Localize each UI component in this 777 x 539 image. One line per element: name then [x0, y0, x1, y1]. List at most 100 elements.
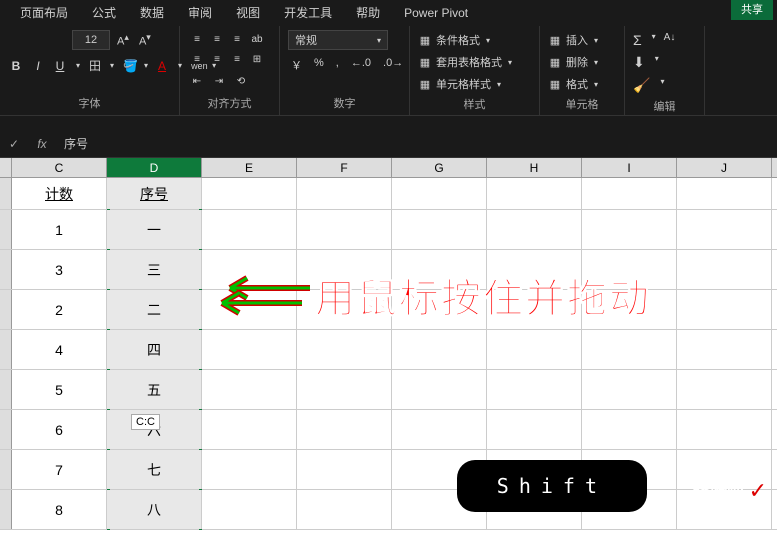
indent-dec-icon[interactable]: ⇤ — [188, 72, 206, 90]
conditional-format-button[interactable]: ▦ 条件格式 ▾ — [418, 30, 531, 50]
decrease-decimal-button[interactable]: .0→ — [380, 56, 406, 74]
cell[interactable] — [677, 330, 772, 369]
cell[interactable]: 6 — [12, 410, 107, 449]
dropdown-icon[interactable]: ▾ — [110, 61, 114, 70]
select-all-corner[interactable] — [0, 158, 12, 177]
cell[interactable]: 一 — [107, 210, 202, 249]
cell[interactable] — [202, 330, 297, 369]
cell[interactable]: 4 — [12, 330, 107, 369]
cell[interactable] — [297, 450, 392, 489]
decrease-font-button[interactable]: A▾ — [136, 32, 154, 48]
orientation-icon[interactable]: ⟲ — [232, 72, 250, 90]
fill-button[interactable]: ⬇ — [633, 54, 645, 71]
share-button[interactable]: 共享 — [731, 0, 773, 20]
cell[interactable]: 四 — [107, 330, 202, 369]
fx-button[interactable]: fx — [28, 137, 56, 151]
cell[interactable]: 7 — [12, 450, 107, 489]
border-button[interactable]: 田 — [86, 56, 102, 75]
row-header[interactable] — [0, 450, 12, 489]
cell[interactable]: 5 — [12, 370, 107, 409]
row-header[interactable] — [0, 210, 12, 249]
cell[interactable] — [392, 370, 487, 409]
table-format-button[interactable]: ▦ 套用表格格式 ▾ — [418, 52, 531, 72]
indent-inc-icon[interactable]: ⇥ — [210, 72, 228, 90]
number-format-dropdown[interactable]: 常规 ▾ — [288, 30, 388, 50]
tab-formula[interactable]: 公式 — [80, 0, 128, 26]
cell[interactable] — [582, 410, 677, 449]
dropdown-icon[interactable]: ▾ — [144, 61, 148, 70]
align-middle-icon[interactable]: ≡ — [208, 30, 226, 48]
cell[interactable] — [487, 178, 582, 209]
font-size-input[interactable] — [72, 30, 110, 50]
tab-dev[interactable]: 开发工具 — [272, 0, 344, 26]
row-header[interactable] — [0, 290, 12, 329]
bold-button[interactable]: B — [8, 58, 24, 74]
cell[interactable]: 五 — [107, 370, 202, 409]
tab-view[interactable]: 视图 — [224, 0, 272, 26]
cell[interactable]: 3 — [12, 250, 107, 289]
tab-review[interactable]: 审阅 — [176, 0, 224, 26]
increase-decimal-button[interactable]: ←.0 — [348, 56, 374, 74]
row-header[interactable] — [0, 370, 12, 409]
underline-button[interactable]: U — [52, 58, 68, 74]
font-color-button[interactable]: A — [154, 58, 170, 74]
align-right-icon[interactable]: ≡ — [228, 50, 246, 68]
cell[interactable]: 2 — [12, 290, 107, 329]
cell[interactable] — [297, 370, 392, 409]
tab-help[interactable]: 帮助 — [344, 0, 392, 26]
cell[interactable] — [487, 370, 582, 409]
wrap-text-button[interactable]: ab — [248, 30, 266, 48]
cell[interactable] — [297, 178, 392, 209]
cell[interactable] — [582, 178, 677, 209]
cell[interactable]: 计数 — [12, 178, 107, 209]
cell[interactable] — [202, 410, 297, 449]
cell[interactable] — [677, 250, 772, 289]
cell[interactable]: 七 — [107, 450, 202, 489]
cell[interactable] — [677, 290, 772, 329]
italic-button[interactable]: I — [30, 58, 46, 74]
cell[interactable] — [297, 210, 392, 249]
cell[interactable] — [487, 410, 582, 449]
autosum-button[interactable]: Σ — [633, 32, 642, 48]
cell[interactable] — [392, 410, 487, 449]
dropdown-icon[interactable]: ▾ — [76, 61, 80, 70]
currency-button[interactable]: ￥ — [288, 56, 305, 74]
increase-font-button[interactable]: A▴ — [114, 32, 132, 48]
cell[interactable] — [392, 178, 487, 209]
cell[interactable]: 1 — [12, 210, 107, 249]
chevron-down-icon[interactable]: ▾ — [660, 77, 664, 94]
formula-input[interactable]: 序号 — [56, 135, 777, 152]
cell[interactable] — [582, 330, 677, 369]
row-header[interactable] — [0, 410, 12, 449]
clear-button[interactable]: 🧹 — [633, 77, 650, 94]
tab-layout[interactable]: 页面布局 — [8, 0, 80, 26]
col-header-e[interactable]: E — [202, 158, 297, 177]
sort-filter-button[interactable]: A↓ — [664, 32, 676, 48]
cell[interactable]: 三 — [107, 250, 202, 289]
cell[interactable] — [202, 210, 297, 249]
row-header[interactable] — [0, 250, 12, 289]
col-header-c[interactable]: C — [12, 158, 107, 177]
row-header[interactable] — [0, 178, 12, 209]
row-header[interactable] — [0, 330, 12, 369]
tab-pivot[interactable]: Power Pivot — [392, 0, 480, 26]
delete-button[interactable]: ▦ 删除 ▾ — [548, 52, 616, 72]
tab-data[interactable]: 数据 — [128, 0, 176, 26]
comma-button[interactable]: , — [333, 56, 342, 74]
align-top-icon[interactable]: ≡ — [188, 30, 206, 48]
cell[interactable] — [582, 370, 677, 409]
percent-button[interactable]: % — [311, 56, 327, 74]
cell[interactable] — [392, 330, 487, 369]
cell[interactable]: 8 — [12, 490, 107, 529]
cell[interactable] — [297, 410, 392, 449]
cell[interactable] — [582, 210, 677, 249]
align-center-icon[interactable]: ≡ — [208, 50, 226, 68]
cell[interactable]: 八 — [107, 490, 202, 529]
row-header[interactable] — [0, 490, 12, 529]
fill-color-button[interactable]: 🪣 — [120, 58, 136, 74]
chevron-down-icon[interactable]: ▾ — [655, 54, 659, 71]
chevron-down-icon[interactable]: ▾ — [652, 32, 656, 48]
insert-button[interactable]: ▦ 插入 ▾ — [548, 30, 616, 50]
cell[interactable] — [202, 490, 297, 529]
col-header-i[interactable]: I — [582, 158, 677, 177]
